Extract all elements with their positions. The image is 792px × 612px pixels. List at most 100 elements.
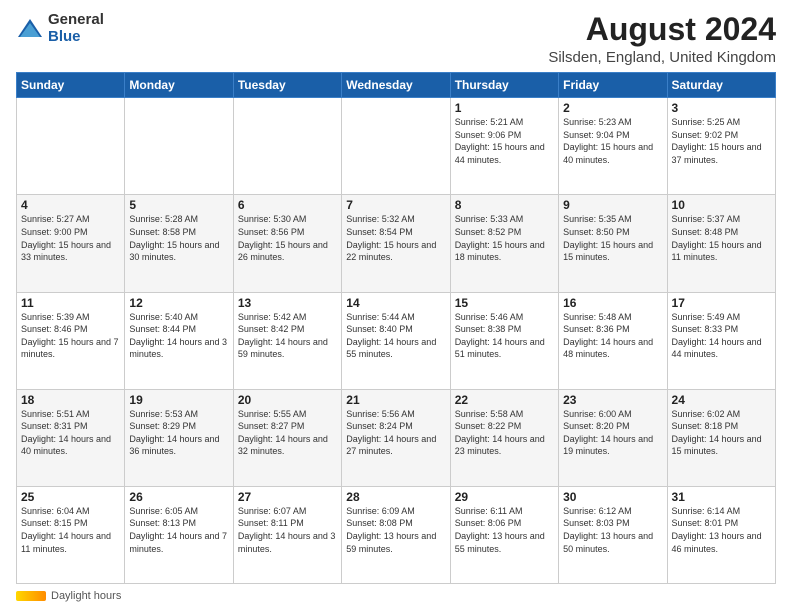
day-info: Sunrise: 5:58 AM Sunset: 8:22 PM Dayligh… — [455, 408, 554, 458]
calendar-cell: 15Sunrise: 5:46 AM Sunset: 8:38 PM Dayli… — [450, 292, 558, 389]
header-day: Monday — [125, 73, 233, 98]
day-number: 6 — [238, 198, 337, 212]
day-number: 23 — [563, 393, 662, 407]
day-info: Sunrise: 5:35 AM Sunset: 8:50 PM Dayligh… — [563, 213, 662, 263]
day-number: 16 — [563, 296, 662, 310]
calendar-cell: 12Sunrise: 5:40 AM Sunset: 8:44 PM Dayli… — [125, 292, 233, 389]
day-number: 11 — [21, 296, 120, 310]
logo: General Blue — [16, 12, 104, 45]
day-info: Sunrise: 5:33 AM Sunset: 8:52 PM Dayligh… — [455, 213, 554, 263]
day-number: 8 — [455, 198, 554, 212]
day-info: Sunrise: 6:11 AM Sunset: 8:06 PM Dayligh… — [455, 505, 554, 555]
day-number: 31 — [672, 490, 771, 504]
day-info: Sunrise: 5:53 AM Sunset: 8:29 PM Dayligh… — [129, 408, 228, 458]
day-number: 28 — [346, 490, 445, 504]
day-number: 13 — [238, 296, 337, 310]
calendar-cell: 3Sunrise: 5:25 AM Sunset: 9:02 PM Daylig… — [667, 98, 775, 195]
day-info: Sunrise: 6:14 AM Sunset: 8:01 PM Dayligh… — [672, 505, 771, 555]
calendar-cell — [125, 98, 233, 195]
calendar-cell: 27Sunrise: 6:07 AM Sunset: 8:11 PM Dayli… — [233, 486, 341, 583]
calendar-cell: 4Sunrise: 5:27 AM Sunset: 9:00 PM Daylig… — [17, 195, 125, 292]
day-info: Sunrise: 5:21 AM Sunset: 9:06 PM Dayligh… — [455, 116, 554, 166]
calendar-cell — [233, 98, 341, 195]
header-day: Friday — [559, 73, 667, 98]
day-number: 1 — [455, 101, 554, 115]
footer: Daylight hours — [16, 590, 776, 602]
calendar-cell: 31Sunrise: 6:14 AM Sunset: 8:01 PM Dayli… — [667, 486, 775, 583]
day-info: Sunrise: 5:51 AM Sunset: 8:31 PM Dayligh… — [21, 408, 120, 458]
day-info: Sunrise: 5:28 AM Sunset: 8:58 PM Dayligh… — [129, 213, 228, 263]
header: General Blue August 2024 Silsden, Englan… — [16, 12, 776, 66]
calendar-table: SundayMondayTuesdayWednesdayThursdayFrid… — [16, 72, 776, 584]
calendar-cell: 16Sunrise: 5:48 AM Sunset: 8:36 PM Dayli… — [559, 292, 667, 389]
day-info: Sunrise: 5:25 AM Sunset: 9:02 PM Dayligh… — [672, 116, 771, 166]
calendar-cell — [342, 98, 450, 195]
day-info: Sunrise: 5:49 AM Sunset: 8:33 PM Dayligh… — [672, 311, 771, 361]
calendar-cell: 23Sunrise: 6:00 AM Sunset: 8:20 PM Dayli… — [559, 389, 667, 486]
title-block: August 2024 Silsden, England, United Kin… — [548, 12, 776, 66]
day-info: Sunrise: 5:48 AM Sunset: 8:36 PM Dayligh… — [563, 311, 662, 361]
header-row: SundayMondayTuesdayWednesdayThursdayFrid… — [17, 73, 776, 98]
calendar-cell: 17Sunrise: 5:49 AM Sunset: 8:33 PM Dayli… — [667, 292, 775, 389]
day-info: Sunrise: 5:37 AM Sunset: 8:48 PM Dayligh… — [672, 213, 771, 263]
day-number: 14 — [346, 296, 445, 310]
day-info: Sunrise: 6:00 AM Sunset: 8:20 PM Dayligh… — [563, 408, 662, 458]
daylight-legend: Daylight hours — [16, 590, 121, 602]
day-info: Sunrise: 6:02 AM Sunset: 8:18 PM Dayligh… — [672, 408, 771, 458]
day-number: 26 — [129, 490, 228, 504]
subtitle: Silsden, England, United Kingdom — [548, 49, 776, 66]
daylight-label: Daylight hours — [51, 590, 121, 602]
logo-icon — [16, 15, 44, 43]
day-number: 12 — [129, 296, 228, 310]
header-day: Wednesday — [342, 73, 450, 98]
calendar-week-row: 4Sunrise: 5:27 AM Sunset: 9:00 PM Daylig… — [17, 195, 776, 292]
day-number: 18 — [21, 393, 120, 407]
day-number: 15 — [455, 296, 554, 310]
day-number: 22 — [455, 393, 554, 407]
header-day: Saturday — [667, 73, 775, 98]
main-title: August 2024 — [548, 12, 776, 47]
day-number: 5 — [129, 198, 228, 212]
day-number: 20 — [238, 393, 337, 407]
day-info: Sunrise: 5:55 AM Sunset: 8:27 PM Dayligh… — [238, 408, 337, 458]
day-info: Sunrise: 5:39 AM Sunset: 8:46 PM Dayligh… — [21, 311, 120, 361]
day-info: Sunrise: 5:44 AM Sunset: 8:40 PM Dayligh… — [346, 311, 445, 361]
calendar-cell: 25Sunrise: 6:04 AM Sunset: 8:15 PM Dayli… — [17, 486, 125, 583]
day-number: 25 — [21, 490, 120, 504]
calendar-cell: 26Sunrise: 6:05 AM Sunset: 8:13 PM Dayli… — [125, 486, 233, 583]
legend-bar — [16, 591, 46, 601]
calendar-cell: 5Sunrise: 5:28 AM Sunset: 8:58 PM Daylig… — [125, 195, 233, 292]
logo-text: General Blue — [48, 12, 104, 45]
day-info: Sunrise: 5:30 AM Sunset: 8:56 PM Dayligh… — [238, 213, 337, 263]
day-number: 2 — [563, 101, 662, 115]
calendar-cell: 9Sunrise: 5:35 AM Sunset: 8:50 PM Daylig… — [559, 195, 667, 292]
calendar-week-row: 1Sunrise: 5:21 AM Sunset: 9:06 PM Daylig… — [17, 98, 776, 195]
calendar-header: SundayMondayTuesdayWednesdayThursdayFrid… — [17, 73, 776, 98]
calendar-cell: 24Sunrise: 6:02 AM Sunset: 8:18 PM Dayli… — [667, 389, 775, 486]
day-info: Sunrise: 5:27 AM Sunset: 9:00 PM Dayligh… — [21, 213, 120, 263]
calendar-cell: 8Sunrise: 5:33 AM Sunset: 8:52 PM Daylig… — [450, 195, 558, 292]
day-number: 17 — [672, 296, 771, 310]
calendar-week-row: 18Sunrise: 5:51 AM Sunset: 8:31 PM Dayli… — [17, 389, 776, 486]
calendar-week-row: 11Sunrise: 5:39 AM Sunset: 8:46 PM Dayli… — [17, 292, 776, 389]
day-number: 19 — [129, 393, 228, 407]
calendar-body: 1Sunrise: 5:21 AM Sunset: 9:06 PM Daylig… — [17, 98, 776, 584]
day-number: 3 — [672, 101, 771, 115]
day-info: Sunrise: 6:09 AM Sunset: 8:08 PM Dayligh… — [346, 505, 445, 555]
logo-blue: Blue — [48, 29, 104, 46]
calendar-cell: 22Sunrise: 5:58 AM Sunset: 8:22 PM Dayli… — [450, 389, 558, 486]
calendar-cell: 11Sunrise: 5:39 AM Sunset: 8:46 PM Dayli… — [17, 292, 125, 389]
calendar-cell: 29Sunrise: 6:11 AM Sunset: 8:06 PM Dayli… — [450, 486, 558, 583]
calendar-week-row: 25Sunrise: 6:04 AM Sunset: 8:15 PM Dayli… — [17, 486, 776, 583]
day-info: Sunrise: 5:40 AM Sunset: 8:44 PM Dayligh… — [129, 311, 228, 361]
header-day: Tuesday — [233, 73, 341, 98]
day-info: Sunrise: 6:07 AM Sunset: 8:11 PM Dayligh… — [238, 505, 337, 555]
day-number: 29 — [455, 490, 554, 504]
day-info: Sunrise: 5:32 AM Sunset: 8:54 PM Dayligh… — [346, 213, 445, 263]
calendar-cell: 19Sunrise: 5:53 AM Sunset: 8:29 PM Dayli… — [125, 389, 233, 486]
calendar-cell: 6Sunrise: 5:30 AM Sunset: 8:56 PM Daylig… — [233, 195, 341, 292]
day-number: 4 — [21, 198, 120, 212]
header-day: Sunday — [17, 73, 125, 98]
day-info: Sunrise: 5:46 AM Sunset: 8:38 PM Dayligh… — [455, 311, 554, 361]
calendar-cell — [17, 98, 125, 195]
